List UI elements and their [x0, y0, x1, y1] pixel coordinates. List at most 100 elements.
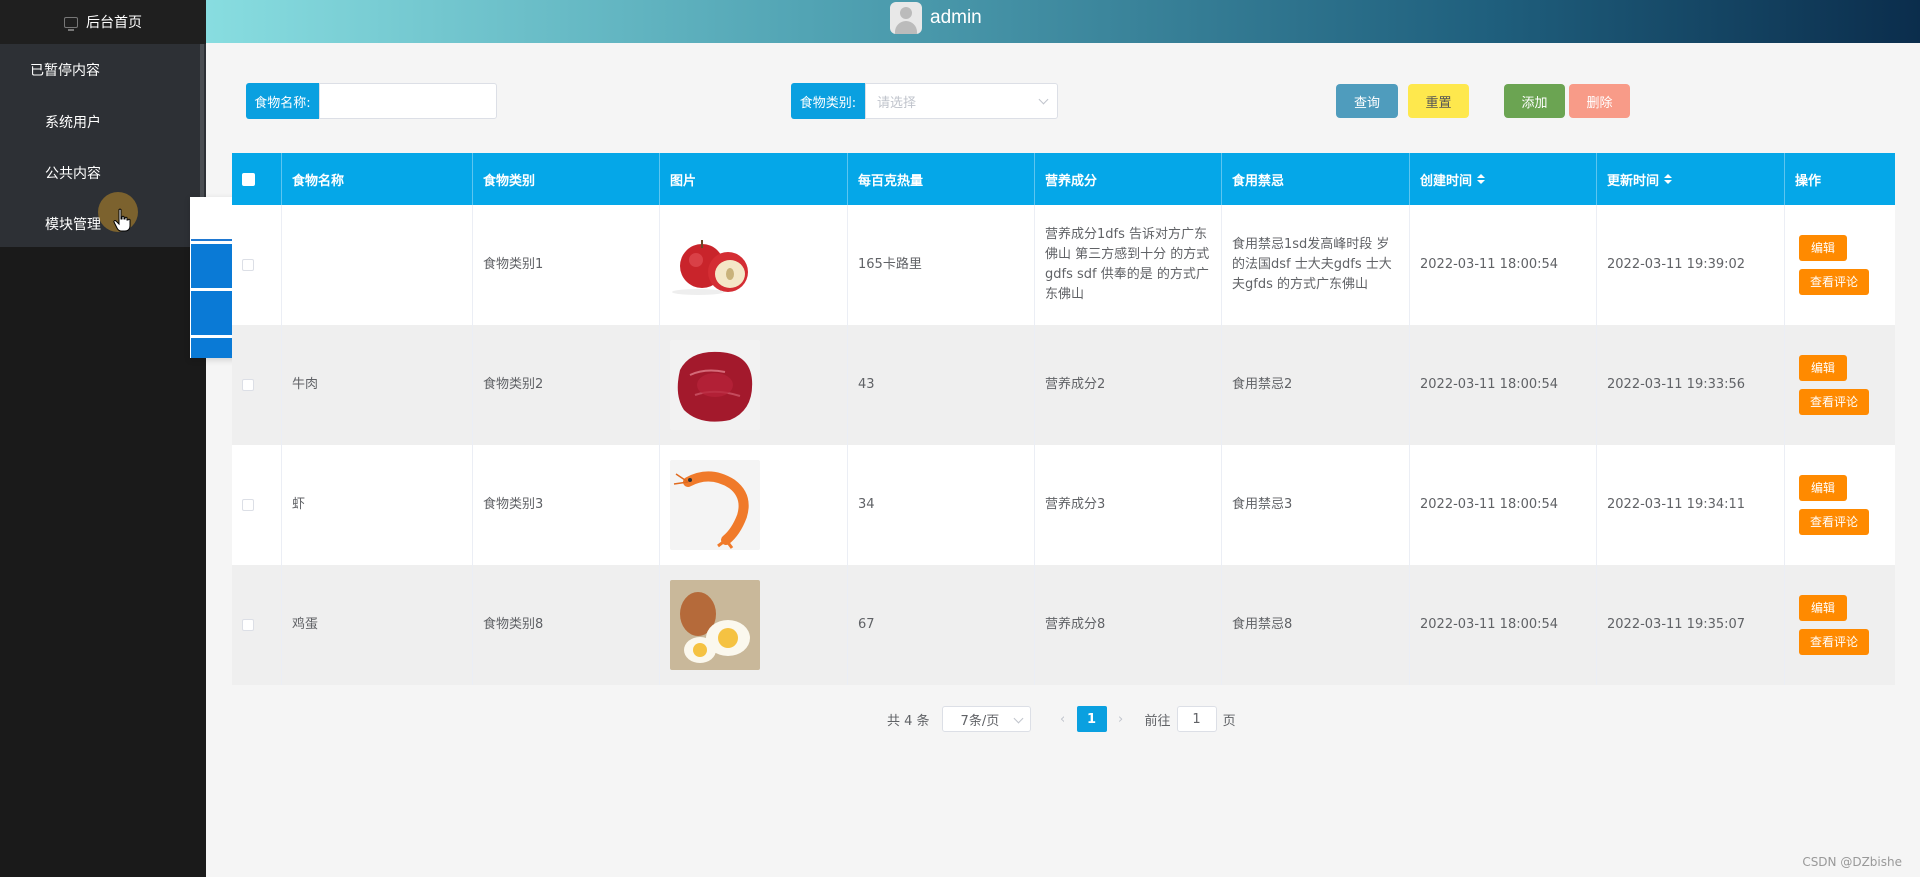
user-info[interactable]: admin	[890, 2, 982, 34]
edit-button[interactable]: 编辑	[1799, 595, 1847, 621]
cell-category: 食物类别3	[473, 445, 660, 565]
cell-category: 食物类别1	[473, 205, 660, 325]
col-header-nutrition: 营养成分	[1035, 153, 1222, 205]
sidebar: 后台首页 已暂停内容 系统用户 公共内容 模块管理	[0, 0, 206, 877]
sidebar-item-public-content[interactable]: 公共内容	[0, 147, 206, 198]
pagination: 共 4 条 7条/页 ‹ 1 › 前往 1 页	[887, 706, 1236, 732]
edit-button[interactable]: 编辑	[1799, 475, 1847, 501]
row-select-cell	[232, 565, 282, 685]
cell-image	[660, 325, 848, 445]
sidebar-home[interactable]: 后台首页	[0, 0, 206, 44]
col-header-category: 食物类别	[473, 153, 660, 205]
current-page[interactable]: 1	[1076, 706, 1107, 732]
row-checkbox[interactable]	[242, 259, 254, 271]
cell-image	[660, 205, 848, 325]
row-select-cell	[232, 445, 282, 565]
pagination-total: 共 4 条	[887, 713, 930, 729]
shrimp-image	[670, 460, 760, 550]
table-header: 食物名称 食物类别 图片 每百克热量 营养成分 食用禁忌 创建时间 更新时间 操…	[232, 153, 1895, 205]
select-all-checkbox[interactable]	[242, 172, 255, 186]
cell-updated: 2022-03-11 19:35:07	[1597, 565, 1785, 685]
view-comments-button[interactable]: 查看评论	[1799, 509, 1869, 535]
sort-icon[interactable]	[1664, 174, 1673, 184]
username: admin	[930, 7, 982, 28]
cell-name: 虾	[282, 445, 473, 565]
cell-nutrition: 营养成分1dfs 告诉对方广东佛山 第三方感到十分 的方式gdfs sdf 供奉…	[1035, 205, 1222, 325]
page-size-select[interactable]: 7条/页	[941, 706, 1031, 732]
delete-button[interactable]: 删除	[1569, 84, 1630, 118]
apple-image	[670, 220, 760, 310]
cell-actions: 编辑 查看评论	[1785, 325, 1895, 445]
table-row: 鸡蛋 食物类别8 67 营养成分8 食用禁忌8 2022-03-11 18:00…	[232, 565, 1895, 685]
food-table: 食物名称 食物类别 图片 每百克热量 营养成分 食用禁忌 创建时间 更新时间 操…	[232, 153, 1895, 685]
food-category-placeholder: 请选择	[877, 95, 917, 111]
hand-cursor-icon	[113, 208, 131, 232]
row-checkbox[interactable]	[242, 619, 254, 631]
cell-calories: 43	[848, 325, 1035, 445]
cell-calories: 67	[848, 565, 1035, 685]
cell-updated: 2022-03-11 19:39:02	[1597, 205, 1785, 325]
cell-taboo: 食用禁忌8	[1222, 565, 1410, 685]
cell-taboo: 食用禁忌2	[1222, 325, 1410, 445]
cell-nutrition: 营养成分8	[1035, 565, 1222, 685]
cell-actions: 编辑 查看评论	[1785, 445, 1895, 565]
edit-button[interactable]: 编辑	[1799, 235, 1847, 261]
row-checkbox[interactable]	[242, 499, 254, 511]
row-select-cell	[232, 205, 282, 325]
top-header: admin	[206, 0, 1920, 43]
cell-actions: 编辑 查看评论	[1785, 205, 1895, 325]
cell-name: 牛肉	[282, 325, 473, 445]
table-row: 虾 食物类别3 34 营养成分3 食用禁忌3 2022-03-11 18:00:…	[232, 445, 1895, 565]
next-page-button[interactable]: ›	[1107, 706, 1135, 732]
col-header-image: 图片	[660, 153, 848, 205]
avatar	[890, 2, 922, 34]
select-all-cell	[232, 153, 282, 205]
cell-category: 食物类别8	[473, 565, 660, 685]
col-header-actions: 操作	[1795, 173, 1822, 189]
chevron-down-icon	[1013, 713, 1023, 724]
egg-image	[670, 580, 760, 670]
reset-button[interactable]: 重置	[1408, 84, 1469, 118]
food-name-input[interactable]	[319, 83, 497, 119]
goto-prefix: 前往	[1144, 713, 1171, 729]
cell-created: 2022-03-11 18:00:54	[1410, 325, 1597, 445]
page-size-value: 7条/页	[960, 713, 1000, 729]
cell-taboo: 食用禁忌3	[1222, 445, 1410, 565]
edit-button[interactable]: 编辑	[1799, 355, 1847, 381]
view-comments-button[interactable]: 查看评论	[1799, 389, 1869, 415]
cell-created: 2022-03-11 18:00:54	[1410, 205, 1597, 325]
cell-nutrition: 营养成分3	[1035, 445, 1222, 565]
sidebar-group-title[interactable]: 已暂停内容	[0, 44, 206, 96]
goto-page-input[interactable]: 1	[1176, 706, 1217, 732]
table-row: 食物类别1 165卡路里 营养成分1dfs 告诉对方广东佛山 第三方感到十分 的…	[232, 205, 1895, 325]
cell-image	[660, 565, 848, 685]
add-button[interactable]: 添加	[1504, 84, 1565, 118]
sort-icon[interactable]	[1477, 174, 1486, 184]
goto-suffix: 页	[1222, 713, 1236, 729]
query-button[interactable]: 查询	[1336, 84, 1398, 118]
cell-updated: 2022-03-11 19:33:56	[1597, 325, 1785, 445]
row-select-cell	[232, 325, 282, 445]
watermark: CSDN @DZbishe	[1802, 855, 1902, 869]
food-name-label: 食物名称:	[246, 83, 319, 119]
food-category-select[interactable]: 请选择	[865, 83, 1058, 119]
cell-name: 鸡蛋	[282, 565, 473, 685]
view-comments-button[interactable]: 查看评论	[1799, 269, 1869, 295]
col-header-updated[interactable]: 更新时间	[1597, 153, 1785, 205]
sidebar-item-system-users[interactable]: 系统用户	[0, 96, 206, 147]
sidebar-home-label: 后台首页	[86, 15, 142, 31]
table-row: 牛肉 食物类别2 43 营养成分2 食用禁忌2 2022-03-11 18:00…	[232, 325, 1895, 445]
chevron-down-icon	[1038, 94, 1049, 105]
cell-nutrition: 营养成分2	[1035, 325, 1222, 445]
col-header-created-label: 创建时间	[1420, 173, 1473, 189]
cell-category: 食物类别2	[473, 325, 660, 445]
cell-calories: 34	[848, 445, 1035, 565]
col-header-created[interactable]: 创建时间	[1410, 153, 1597, 205]
cell-calories: 165卡路里	[848, 205, 1035, 325]
col-header-name: 食物名称	[282, 153, 473, 205]
view-comments-button[interactable]: 查看评论	[1799, 629, 1869, 655]
row-checkbox[interactable]	[242, 379, 254, 391]
cell-taboo: 食用禁忌1sd发高峰时段 岁的法国dsf 士大夫gdfs 士大夫gfds 的方式…	[1222, 205, 1410, 325]
cell-created: 2022-03-11 18:00:54	[1410, 445, 1597, 565]
prev-page-button[interactable]: ‹	[1049, 706, 1077, 732]
